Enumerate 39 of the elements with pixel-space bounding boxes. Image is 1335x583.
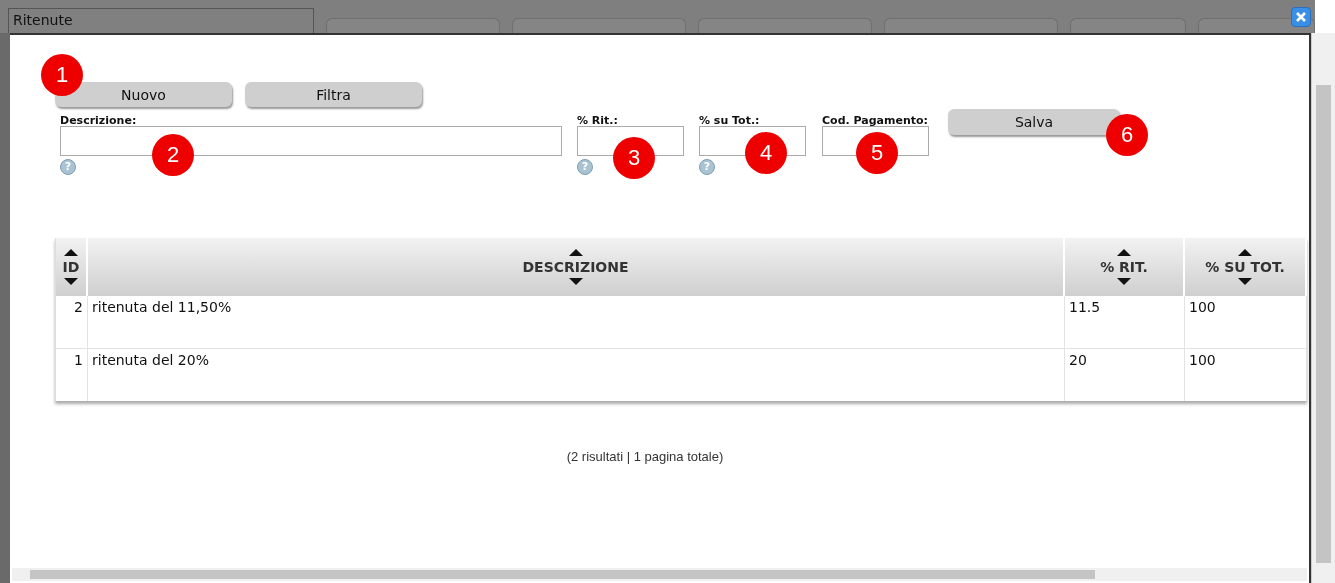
horizontal-scrollbar[interactable] [12,568,1308,581]
callout-number: 5 [856,132,898,174]
results-summary: (2 risultati | 1 pagina totale) [565,449,725,464]
sort-down-icon[interactable] [1238,278,1252,285]
toolbar-button[interactable]: Nuovo [55,82,232,107]
table-cell: 11.5 [1069,299,1101,315]
sort-down-icon[interactable] [64,278,78,285]
sort-up-icon[interactable] [568,249,583,256]
column-header[interactable]: % SU TOT. [1185,238,1307,296]
vertical-scrollbar[interactable] [1311,33,1335,583]
table-cell: 2 [74,299,83,315]
table-cell: 100 [1189,299,1216,315]
sort-down-icon[interactable] [568,278,583,285]
callout-number: 3 [613,137,655,179]
sort-up-icon[interactable] [1117,249,1131,256]
field-label: % su Tot.: [699,115,761,126]
column-header[interactable]: DESCRIZIONE [88,238,1065,296]
table-cell: ritenuta del 20% [92,352,209,368]
field-label: Descrizione: [60,115,138,126]
close-button[interactable] [1291,7,1311,27]
callout-number: 6 [1106,114,1148,156]
sort-up-icon[interactable] [1238,249,1252,256]
close-icon [1295,11,1307,23]
table-cell: ritenuta del 11,50% [92,299,232,315]
field-label: % Rit.: [577,115,619,126]
sort-down-icon[interactable] [1117,278,1131,285]
table-cell: 100 [1189,352,1216,368]
callout-number: 4 [745,132,787,174]
toolbar-button[interactable]: Filtra [245,82,422,107]
save-button[interactable]: Salva [948,109,1120,135]
sort-up-icon[interactable] [64,249,78,256]
column-header[interactable]: % RIT. [1065,238,1185,296]
table-cell: 1 [74,352,83,368]
table-cell: 20 [1069,352,1087,368]
window-title: Ritenute [8,8,315,33]
callout-number: 1 [41,54,83,96]
column-header[interactable]: ID [56,238,88,296]
callout-number: 2 [152,134,194,176]
field-label: Cod. Pagamento: [822,115,929,126]
